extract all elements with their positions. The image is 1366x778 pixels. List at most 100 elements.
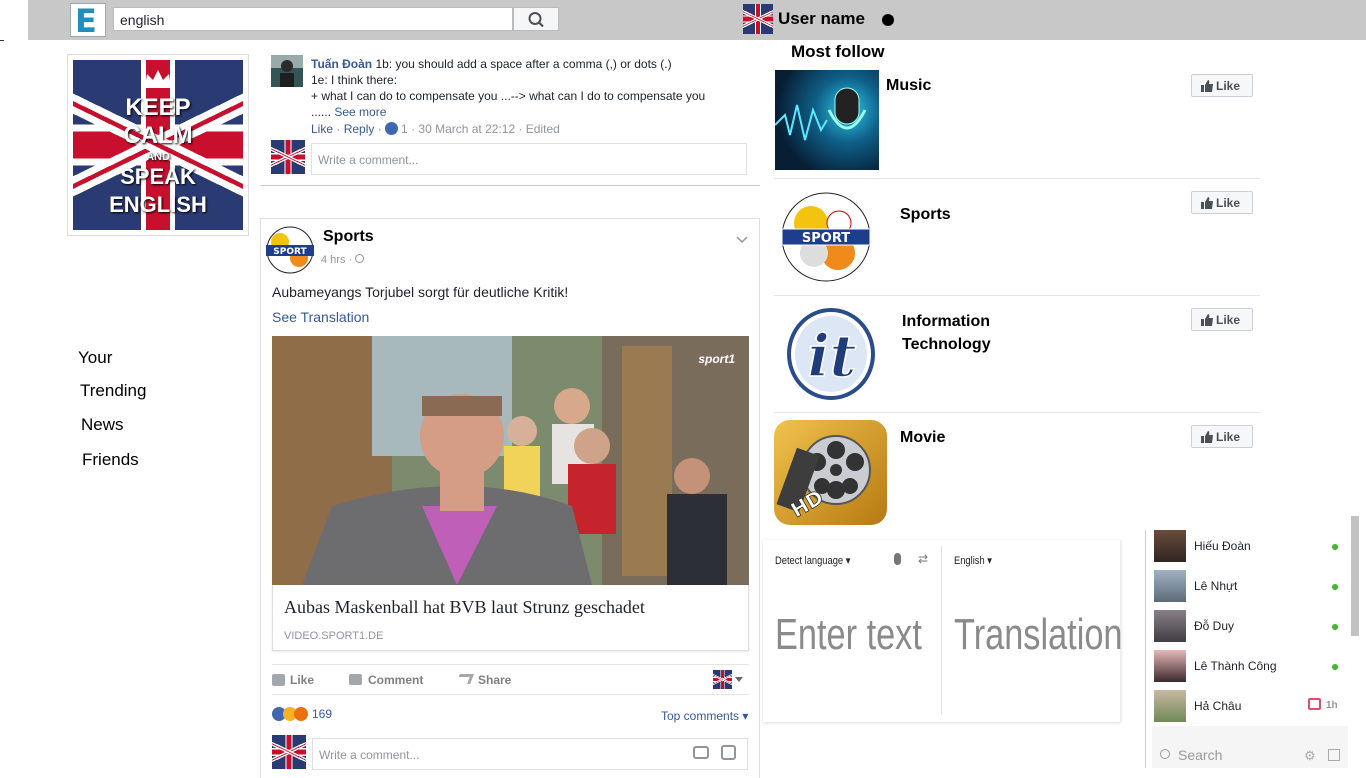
site-logo[interactable]: E bbox=[70, 2, 106, 40]
sport-logo-text: SPORT bbox=[802, 231, 850, 246]
comment-like-link[interactable]: Like bbox=[311, 122, 333, 136]
post-options-chevron-icon[interactable] bbox=[736, 231, 748, 249]
swap-languages-icon[interactable]: ⇄ bbox=[918, 552, 928, 566]
post-as-avatar[interactable] bbox=[713, 670, 732, 689]
microphone-icon[interactable] bbox=[894, 553, 901, 565]
commenter-avatar[interactable] bbox=[271, 55, 303, 87]
chat-contact[interactable]: Đỗ Duy bbox=[1154, 610, 1344, 644]
post-comment-button[interactable]: Comment bbox=[349, 673, 423, 687]
thumbs-up-icon bbox=[1201, 80, 1213, 92]
user-menu-dot[interactable] bbox=[882, 14, 894, 26]
comment-actions: Like · Reply · 1 · 30 March at 22:12 · E… bbox=[311, 122, 560, 136]
camera-icon[interactable] bbox=[693, 746, 709, 759]
source-language-select[interactable]: Detect language ▾ bbox=[775, 554, 850, 567]
like-label: Like bbox=[1216, 196, 1241, 210]
nav-friends[interactable]: Friends bbox=[82, 450, 139, 470]
post-card: SPORT Sports 4 hrs · Aubameyangs Torjube… bbox=[260, 218, 760, 778]
page-name-information-technology[interactable]: Information Technology bbox=[902, 310, 991, 356]
like-page-button-it[interactable]: Like bbox=[1191, 308, 1253, 331]
write-comment-input[interactable]: Write a comment... bbox=[312, 738, 748, 770]
top-comments-dropdown[interactable]: Top comments ▾ bbox=[661, 709, 748, 723]
user-name[interactable]: User name bbox=[778, 9, 865, 29]
translate-input[interactable]: Enter text bbox=[775, 610, 922, 660]
translate-divider bbox=[941, 546, 942, 714]
search-input[interactable]: english bbox=[113, 7, 513, 31]
post-like-button[interactable]: Like bbox=[272, 673, 314, 687]
post-share-button[interactable]: Share bbox=[456, 673, 511, 687]
online-status-dot bbox=[1332, 584, 1338, 590]
it-page-image[interactable]: it bbox=[776, 304, 886, 404]
see-more-link[interactable]: See more bbox=[334, 105, 386, 119]
angry-reaction-icon bbox=[294, 707, 308, 721]
keep-calm-line: SPEAK bbox=[120, 164, 196, 189]
thumbs-up-icon bbox=[1201, 431, 1213, 443]
search-button[interactable] bbox=[513, 7, 559, 31]
like-page-button-sports[interactable]: Like bbox=[1191, 191, 1253, 214]
target-language-select[interactable]: English ▾ bbox=[954, 554, 992, 567]
like-page-button-music[interactable]: Like bbox=[1191, 74, 1253, 97]
crown-icon bbox=[145, 70, 171, 88]
link-preview-box[interactable]: Aubas Maskenball hat BVB laut Strunz ges… bbox=[272, 585, 749, 651]
chat-scrollbar[interactable] bbox=[1351, 516, 1359, 636]
contact-name: Hả Châu bbox=[1194, 699, 1242, 713]
page-row-movie: HD Movie Like bbox=[774, 413, 1260, 528]
like-label: Like bbox=[1216, 79, 1241, 93]
sport-logo-text: SPORT bbox=[273, 247, 307, 257]
page-name-music[interactable]: Music bbox=[886, 74, 931, 97]
nav-your[interactable]: Your bbox=[78, 348, 112, 368]
sports-page-image[interactable]: SPORT bbox=[776, 191, 876, 283]
chat-contact[interactable]: Lê Thành Công bbox=[1154, 650, 1344, 684]
sticker-icon[interactable] bbox=[721, 745, 736, 760]
share-arrow-icon bbox=[456, 674, 474, 684]
contact-avatar bbox=[1154, 610, 1186, 642]
like-label: Like bbox=[1216, 430, 1241, 444]
logo-letter: E bbox=[75, 2, 97, 40]
chat-contact[interactable]: Hả Châu 1h bbox=[1154, 690, 1344, 724]
post-video-thumbnail[interactable]: sport1 bbox=[272, 336, 749, 585]
top-comments-label: Top comments bbox=[661, 709, 740, 723]
new-message-icon[interactable] bbox=[1328, 749, 1340, 761]
separator: · bbox=[333, 122, 344, 136]
caret-down-icon[interactable] bbox=[735, 677, 743, 682]
chat-contact[interactable]: Lê Nhựt bbox=[1154, 570, 1344, 604]
contact-avatar bbox=[1154, 530, 1186, 562]
chat-search-input[interactable]: Search bbox=[1178, 747, 1222, 763]
sports-page-avatar[interactable]: SPORT bbox=[263, 225, 317, 275]
contact-name: Lê Nhựt bbox=[1194, 579, 1238, 593]
reactions-summary[interactable]: 169 bbox=[272, 707, 332, 721]
last-active-time: 1h bbox=[1326, 700, 1338, 711]
page-name-sports[interactable]: Sports bbox=[900, 203, 951, 226]
source-language-label: Detect language bbox=[775, 555, 844, 567]
chat-settings-gear-icon[interactable]: ⚙ bbox=[1304, 748, 1316, 764]
page-name-line: Information bbox=[902, 313, 990, 330]
comment-body: Tuấn Đoàn 1b: you should add a space aft… bbox=[311, 56, 751, 120]
search-icon bbox=[1160, 749, 1170, 759]
microphone-icon bbox=[774, 87, 867, 141]
see-translation-link[interactable]: See Translation bbox=[272, 309, 369, 325]
page-row-music: Music Like bbox=[774, 68, 1260, 179]
user-avatar[interactable] bbox=[743, 4, 773, 34]
page-name-movie[interactable]: Movie bbox=[900, 426, 945, 449]
contact-name: Lê Thành Công bbox=[1194, 659, 1277, 673]
post-text: Aubameyangs Torjubel sorgt für deutliche… bbox=[272, 284, 569, 300]
write-comment-input[interactable]: Write a comment... bbox=[311, 143, 747, 175]
link-title[interactable]: Aubas Maskenball hat BVB laut Strunz ges… bbox=[284, 597, 645, 618]
comment-author[interactable]: Tuấn Đoàn bbox=[311, 57, 372, 71]
comment-text: 1e: I think there: bbox=[311, 73, 398, 87]
keep-calm-line: KEEP bbox=[125, 94, 191, 121]
nav-news[interactable]: News bbox=[81, 415, 124, 435]
post-page-name[interactable]: Sports bbox=[323, 228, 374, 246]
separator: · bbox=[374, 122, 386, 136]
nav-trending[interactable]: Trending bbox=[80, 381, 146, 401]
keep-calm-profile-image[interactable]: KEEP CALM AND SPEAK ENGLISH bbox=[73, 60, 243, 230]
comment-reply-link[interactable]: Reply bbox=[344, 122, 375, 136]
like-page-button-movie[interactable]: Like bbox=[1191, 425, 1253, 448]
online-status-dot bbox=[1332, 664, 1338, 670]
movie-page-image[interactable]: HD bbox=[774, 420, 887, 525]
target-language-label: English bbox=[954, 555, 985, 567]
most-follow-title: Most follow bbox=[791, 42, 885, 61]
contact-name: Đỗ Duy bbox=[1194, 619, 1235, 633]
chat-contact[interactable]: Hiếu Đoàn bbox=[1154, 530, 1344, 564]
music-page-image[interactable] bbox=[774, 70, 879, 170]
contact-avatar bbox=[1154, 650, 1186, 682]
